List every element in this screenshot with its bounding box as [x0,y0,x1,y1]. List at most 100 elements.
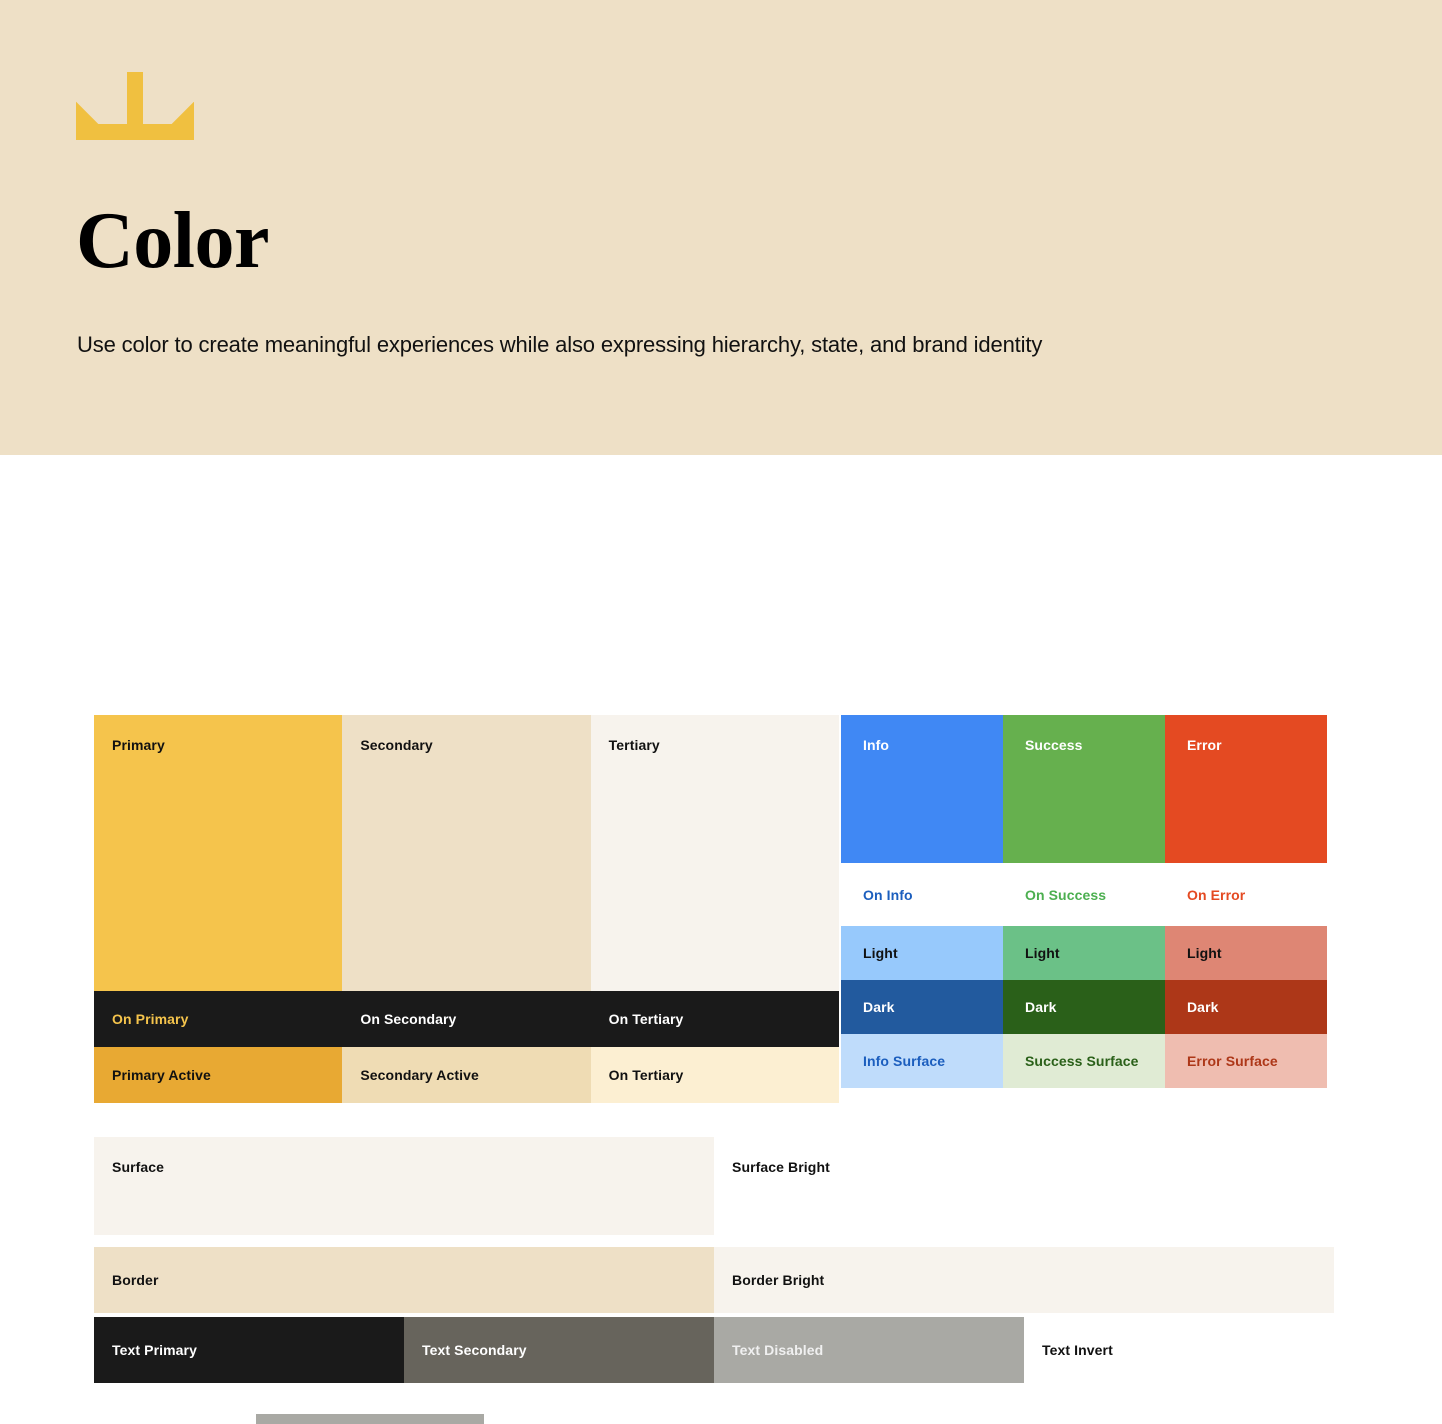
swatch-info-light[interactable]: Light [841,926,1003,980]
brand-column-on-secondary: On Secondary [342,991,591,1047]
swatch-info[interactable]: Info [841,715,1003,863]
next-section-partial-swatch[interactable] [256,1414,484,1424]
semantic-column-on-success: On Success [1002,863,1165,926]
swatch-success-surface[interactable]: Success Surface [1002,1034,1165,1088]
swatch-primary-active[interactable]: Primary Active [94,1047,343,1103]
semantic-column-error-light: Light [1164,926,1327,980]
brand-base-row: Primary Secondary Tertiary [94,715,839,991]
swatch-on-secondary[interactable]: On Secondary [342,991,591,1047]
swatch-label: Dark [1024,999,1057,1015]
brand-column-primary: Primary [94,715,343,991]
swatch-text-secondary[interactable]: Text Secondary [404,1317,714,1383]
swatch-error-dark[interactable]: Dark [1164,980,1327,1034]
swatch-label: Surface [112,1159,165,1175]
swatch-label: On Success [1024,886,1107,903]
swatch-label: Success [1024,737,1083,753]
swatch-text-invert[interactable]: Text Invert [1024,1317,1334,1383]
swatch-label: Text Secondary [422,1342,527,1358]
swatch-label: On Tertiary [608,1011,684,1027]
swatch-text-disabled[interactable]: Text Disabled [714,1317,1024,1383]
swatch-label: Info [863,737,890,753]
swatch-primary[interactable]: Primary [94,715,343,991]
swatch-tertiary[interactable]: Tertiary [590,715,839,991]
semantic-column-info-dark: Dark [841,980,1003,1034]
swatch-label: Light [1024,945,1060,961]
swatch-error-surface[interactable]: Error Surface [1164,1034,1327,1088]
swatch-success[interactable]: Success [1002,715,1165,863]
swatch-surface-bright[interactable]: Surface Bright [714,1137,1334,1235]
swatch-label: Primary [112,737,165,753]
page-title: Color [76,197,270,285]
semantic-surface-row: Info Surface Success Surface Error Surfa… [841,1034,1327,1088]
swatch-on-primary[interactable]: On Primary [94,991,343,1047]
swatch-surface[interactable]: Surface [94,1137,714,1235]
swatch-label: Dark [1186,999,1219,1015]
label-on-error: On Error [1164,863,1327,926]
swatch-label: Error Surface [1186,1053,1278,1069]
swatch-secondary-active[interactable]: Secondary Active [342,1047,591,1103]
swatch-label: Error [1186,737,1222,753]
semantic-column-success-light: Light [1002,926,1165,980]
swatch-label: On Primary [112,1011,189,1027]
page-subtitle: Use color to create meaningful experienc… [77,332,1043,357]
semantic-dark-row: Dark Dark Dark [841,980,1327,1034]
brand-column-tertiary-active: On Tertiary [590,1047,839,1103]
semantic-column-on-info: On Info [841,863,1003,926]
swatch-error[interactable]: Error [1164,715,1327,863]
swatch-label: Text Invert [1042,1342,1113,1358]
swatch-success-light[interactable]: Light [1002,926,1165,980]
semantic-column-error-dark: Dark [1164,980,1327,1034]
swatch-label: Light [1186,945,1222,961]
color-documentation-page: Color Use color to create meaningful exp… [0,0,1442,1424]
swatch-label: Border Bright [732,1272,825,1288]
text-color-row: Text Primary Text Secondary Text Disable… [94,1317,1334,1383]
brand-column-on-tertiary: On Tertiary [590,991,839,1047]
swatch-label: On Error [1186,886,1246,903]
swatch-border[interactable]: Border [94,1247,714,1313]
swatch-tertiary-active[interactable]: On Tertiary [590,1047,839,1103]
swatch-label: Info Surface [863,1053,946,1069]
semantic-column-error-surface: Error Surface [1164,1034,1327,1088]
semantic-on-row: On Info On Success On Error [841,863,1327,926]
swatch-label: Secondary [360,737,433,753]
swatch-info-surface[interactable]: Info Surface [841,1034,1003,1088]
brand-color-block: Primary Secondary Tertiary On Primary On… [94,715,839,1103]
semantic-column-info-surface: Info Surface [841,1034,1003,1088]
swatch-text-primary[interactable]: Text Primary [94,1317,404,1383]
semantic-column-success-surface: Success Surface [1002,1034,1165,1088]
swatch-label: Text Primary [112,1342,197,1358]
brand-column-primary-active: Primary Active [94,1047,343,1103]
semantic-light-row: Light Light Light [841,926,1327,980]
brand-column-tertiary: Tertiary [590,715,839,991]
swatch-secondary[interactable]: Secondary [342,715,591,991]
semantic-base-row: Info Success Error [841,715,1327,863]
swatch-border-bright[interactable]: Border Bright [714,1247,1334,1313]
swatch-on-tertiary[interactable]: On Tertiary [590,991,839,1047]
brand-column-secondary: Secondary [342,715,591,991]
swatch-label: Success Surface [1024,1053,1139,1069]
swatch-label: Tertiary [608,737,660,753]
semantic-column-success: Success [1002,715,1165,863]
semantic-column-error: Error [1164,715,1327,863]
swatch-success-dark[interactable]: Dark [1002,980,1165,1034]
swatch-label: Dark [863,999,895,1015]
border-row: Border Border Bright [94,1247,1334,1313]
swatch-label: Primary Active [112,1067,211,1083]
semantic-column-on-error: On Error [1164,863,1327,926]
semantic-color-block: Info Success Error On Info On Success On… [841,715,1327,1088]
swatch-label: On Secondary [360,1011,457,1027]
swatch-error-light[interactable]: Light [1164,926,1327,980]
label-on-info: On Info [841,863,1003,926]
semantic-column-info: Info [841,715,1003,863]
swatch-label: On Tertiary [608,1067,684,1083]
swatch-label: Light [863,945,898,961]
brand-active-row: Primary Active Secondary Active On Terti… [94,1047,839,1103]
brand-column-on-primary: On Primary [94,991,343,1047]
semantic-column-info-light: Light [841,926,1003,980]
semantic-column-success-dark: Dark [1002,980,1165,1034]
swatch-label: Text Disabled [732,1342,824,1358]
surface-row: Surface Surface Bright [94,1137,1334,1235]
swatch-label: Surface Bright [732,1159,830,1175]
swatch-info-dark[interactable]: Dark [841,980,1003,1034]
brand-column-secondary-active: Secondary Active [342,1047,591,1103]
